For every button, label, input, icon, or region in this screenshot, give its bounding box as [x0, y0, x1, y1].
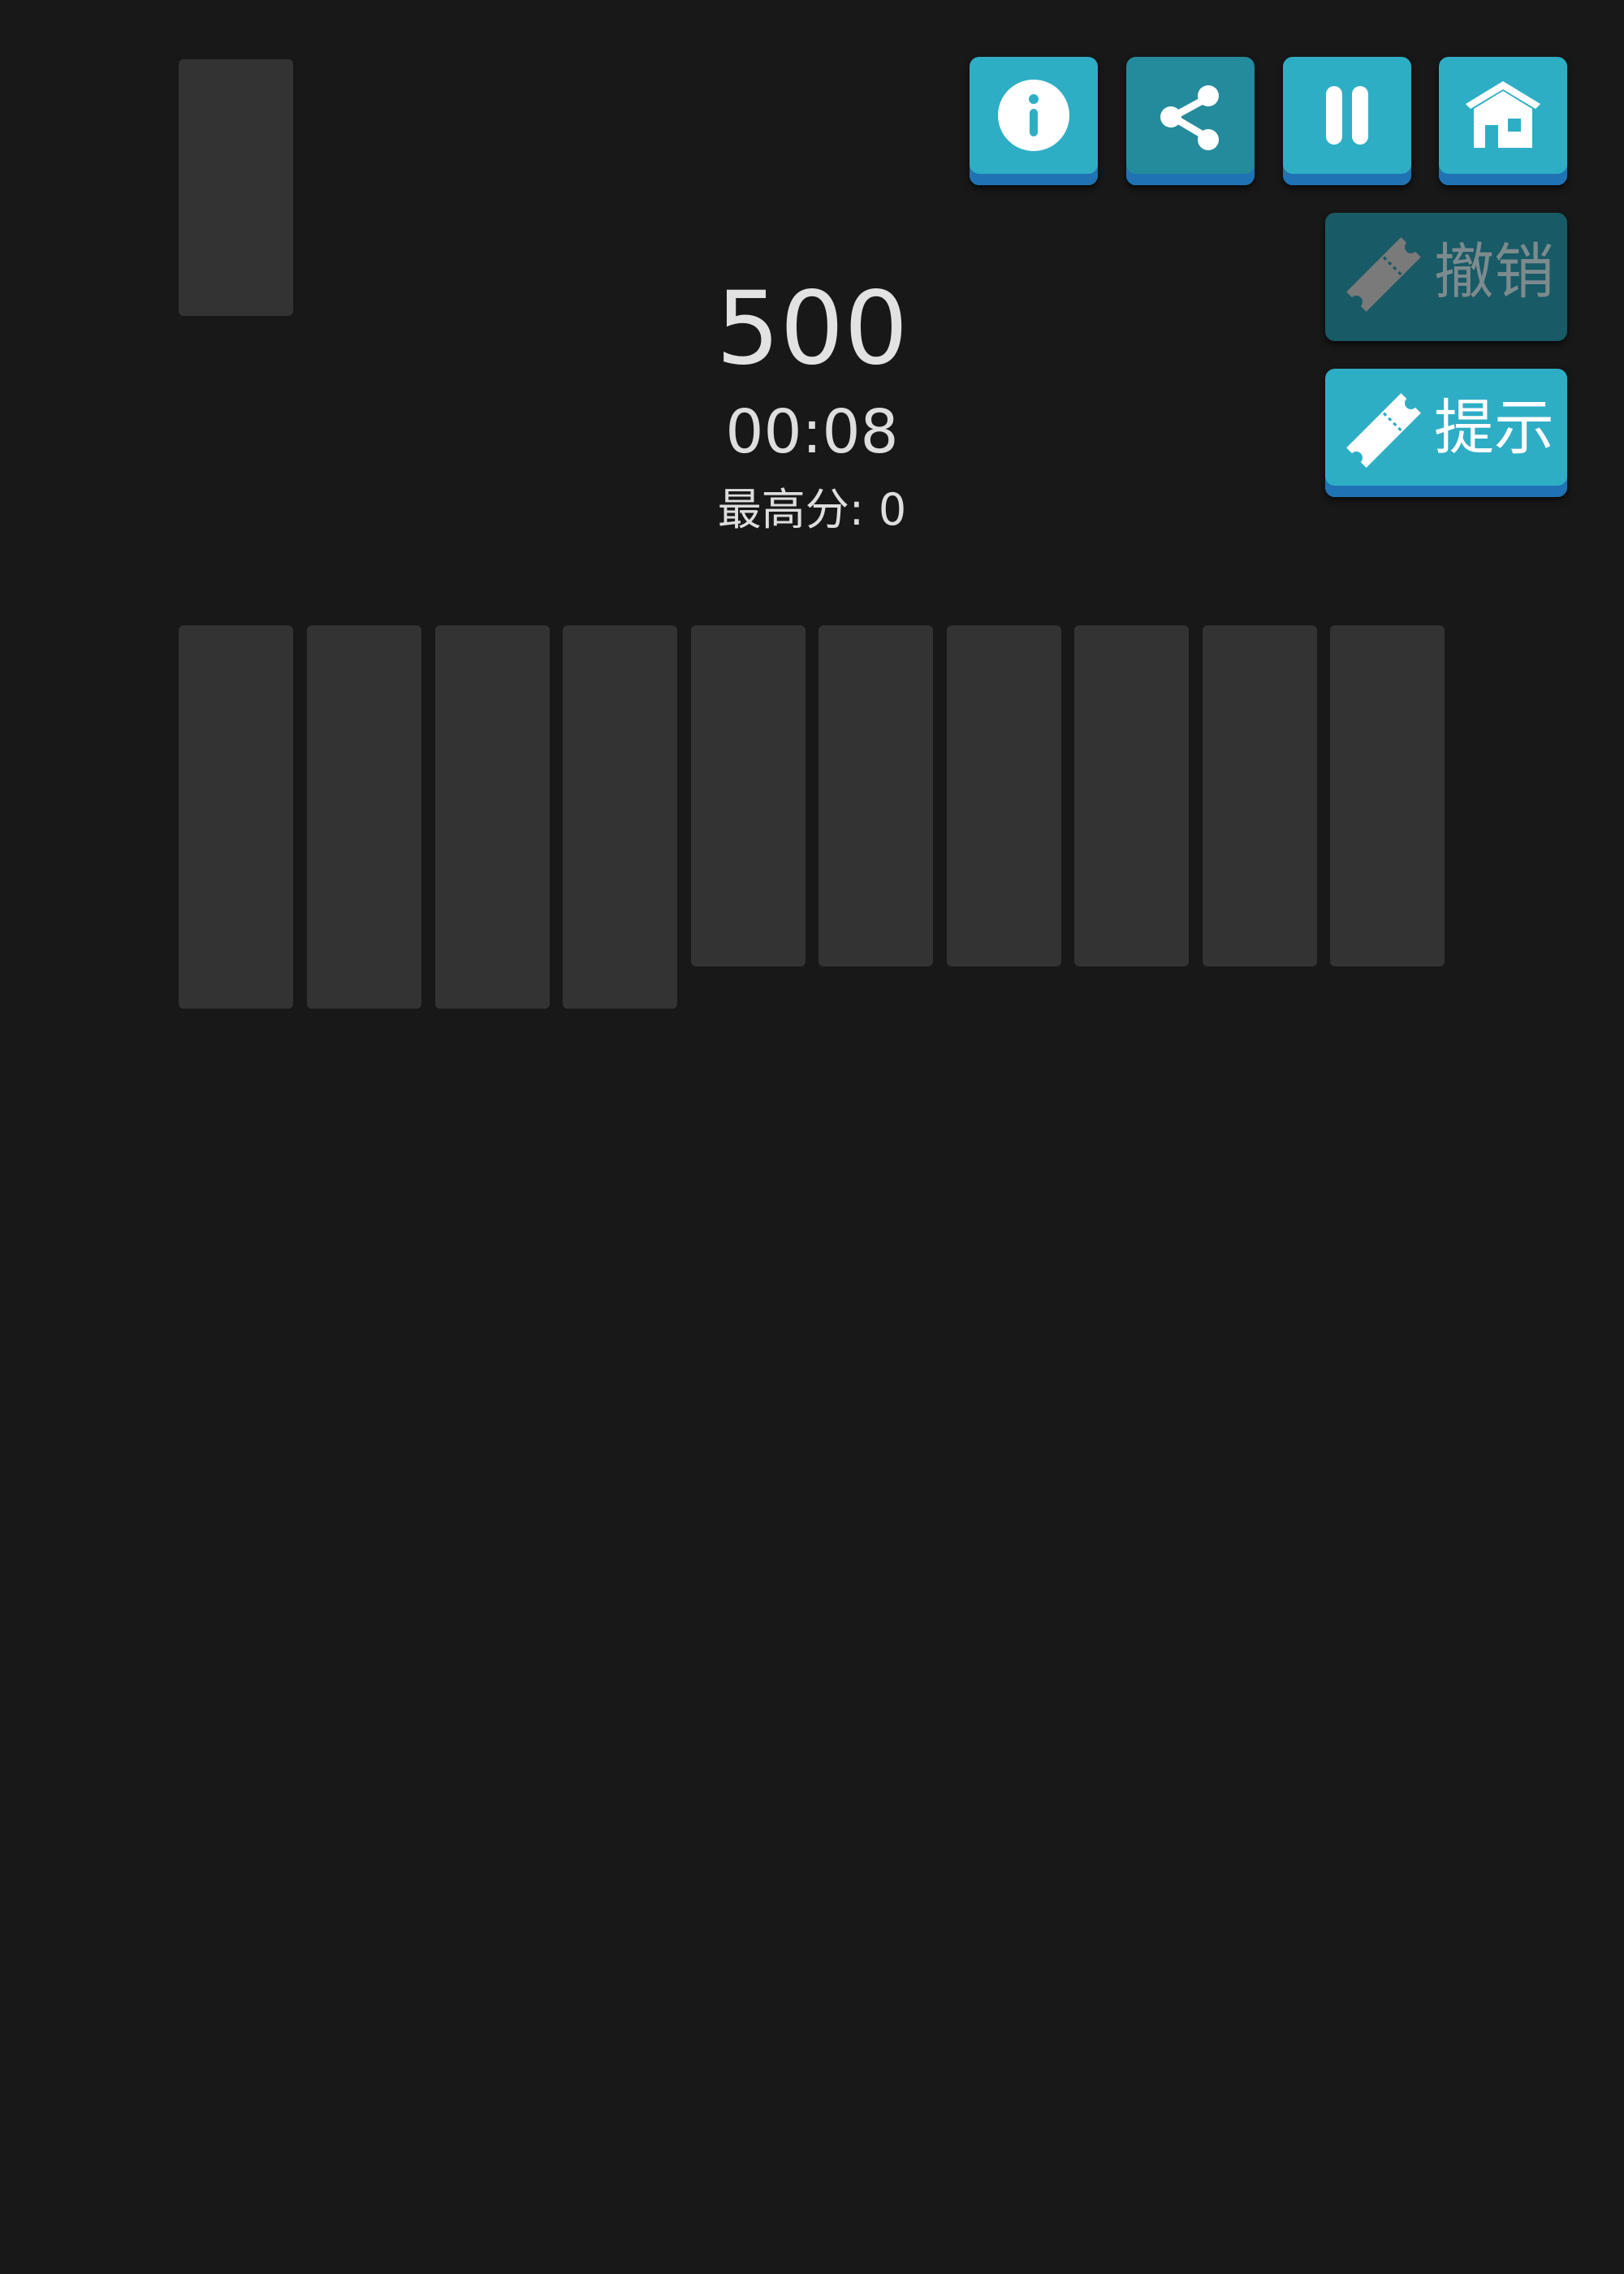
- tableau-column-4[interactable]: [563, 625, 677, 1009]
- timer-value: 00:08: [725, 397, 899, 467]
- best-score: 最高分: 0: [0, 482, 1624, 538]
- tableau-column-1[interactable]: [179, 625, 293, 1009]
- tableau-column-8[interactable]: [1074, 625, 1189, 966]
- best-score-label: 最高分:: [717, 484, 864, 535]
- tableau-column-10[interactable]: [1330, 625, 1445, 966]
- tableau-column-5[interactable]: [691, 625, 806, 966]
- score-value: 500: [715, 270, 909, 387]
- tableau-column-3[interactable]: [435, 625, 550, 1009]
- share-icon: [1160, 85, 1219, 150]
- tableau-column-9[interactable]: [1203, 625, 1317, 966]
- info-button[interactable]: [970, 57, 1098, 185]
- info-icon: [998, 80, 1069, 151]
- tableau-column-2[interactable]: [307, 625, 421, 1009]
- tableau-column-7[interactable]: [947, 625, 1061, 966]
- pause-button[interactable]: [1283, 57, 1411, 185]
- pause-icon: [1326, 86, 1368, 145]
- home-button[interactable]: [1439, 57, 1567, 185]
- home-icon: [1466, 81, 1540, 148]
- share-button[interactable]: [1126, 57, 1255, 185]
- best-score-value: 0: [878, 484, 907, 535]
- tableau-column-6[interactable]: [818, 625, 933, 966]
